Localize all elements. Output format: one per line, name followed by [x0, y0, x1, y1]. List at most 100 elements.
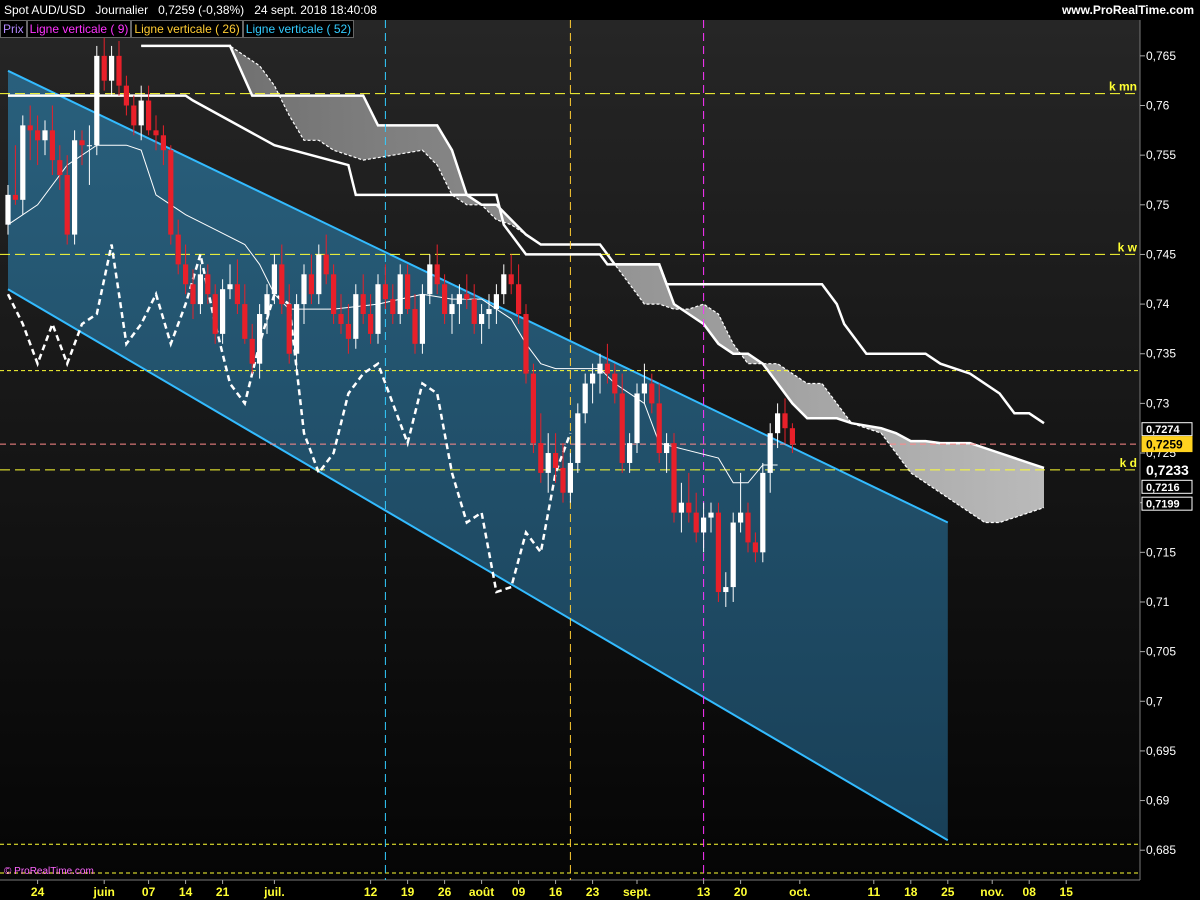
- candle-body: [649, 383, 655, 404]
- candle-body: [360, 294, 366, 315]
- legend-vline-52[interactable]: Ligne verticale ( 52): [242, 20, 355, 38]
- y-tick-label: 0,73: [1146, 396, 1170, 410]
- candle-body: [493, 294, 499, 310]
- candle-body: [412, 309, 418, 344]
- candle-body: [131, 105, 137, 126]
- candle-body: [49, 130, 55, 161]
- y-tick-label: 0,685: [1146, 843, 1176, 857]
- legend-vline-26[interactable]: Ligne verticale ( 26): [131, 20, 243, 38]
- candle-body: [205, 274, 211, 295]
- candle-body: [382, 284, 388, 300]
- x-tick-label: 14: [179, 885, 193, 899]
- candle-body: [545, 453, 551, 473]
- candle-body: [590, 373, 596, 384]
- candle-body: [175, 234, 181, 265]
- candle-body: [775, 413, 781, 434]
- candle-body: [738, 512, 744, 523]
- candle-body: [153, 130, 159, 136]
- candle-body: [427, 264, 433, 295]
- candle-body: [279, 264, 285, 305]
- period: Journalier: [95, 3, 149, 17]
- candle-body: [257, 314, 263, 364]
- candle-body: [20, 125, 26, 200]
- candle-body: [553, 453, 559, 468]
- candle-body: [27, 125, 33, 131]
- price-label-text: 0,7274: [1146, 424, 1181, 436]
- candle-body: [183, 264, 189, 285]
- x-tick-label: 16: [549, 885, 563, 899]
- candle-body: [789, 428, 795, 445]
- y-tick-label: 0,735: [1146, 347, 1176, 361]
- y-tick-label: 0,745: [1146, 247, 1176, 261]
- candle-body: [249, 338, 255, 364]
- candle-body: [745, 512, 751, 543]
- candle-body: [419, 294, 425, 344]
- candle-body: [197, 274, 203, 305]
- candle-body: [168, 150, 174, 235]
- y-tick-label: 0,7: [1146, 694, 1163, 708]
- candle-body: [538, 443, 544, 473]
- candle-body: [190, 284, 196, 305]
- x-tick-label: 21: [216, 885, 230, 899]
- x-tick-label: 09: [512, 885, 526, 899]
- y-tick-label: 0,695: [1146, 744, 1176, 758]
- candle-body: [767, 433, 773, 473]
- candle-body: [271, 264, 277, 295]
- candle-body: [5, 194, 11, 225]
- x-tick-label: 11: [867, 885, 880, 899]
- y-tick-label: 0,755: [1146, 148, 1176, 162]
- candle-body: [146, 100, 152, 131]
- candle-body: [116, 55, 122, 86]
- candle-body: [301, 274, 307, 305]
- candle-body: [338, 314, 344, 324]
- candle-body: [730, 522, 736, 588]
- y-tick-label: 0,74: [1146, 297, 1170, 311]
- y-tick-label: 0,69: [1146, 794, 1170, 808]
- candle-body: [560, 467, 566, 493]
- quote: 0,7259 (-0,38%): [158, 3, 245, 17]
- x-tick-label: 18: [904, 885, 918, 899]
- x-tick-label: juil.: [263, 885, 285, 899]
- x-tick-label: nov.: [980, 885, 1004, 899]
- candle-body: [567, 462, 573, 493]
- candle-body: [138, 100, 144, 126]
- candle-body: [94, 55, 100, 146]
- chart-canvas: k mn k w k d 0,765 0,76 0,755 0,75 0,745 0,74 0,…: [0, 20, 1200, 900]
- candle-body: [64, 175, 70, 235]
- candle-body: [212, 294, 218, 334]
- candle-body: [220, 289, 226, 334]
- candle-body: [641, 383, 647, 394]
- candle-body: [12, 194, 18, 200]
- candle-body: [57, 160, 63, 176]
- candle-body: [123, 85, 129, 106]
- candle-body: [715, 512, 721, 593]
- candle-body: [264, 294, 270, 315]
- candle-body: [331, 274, 337, 315]
- candle-body: [612, 373, 618, 394]
- title-left: Spot AUD/USD Journalier 0,7259 (-0,38%) …: [4, 0, 377, 20]
- level-label: k mn: [1109, 80, 1137, 94]
- candle-body: [368, 314, 374, 334]
- legend-vline-9[interactable]: Ligne verticale ( 9): [26, 20, 132, 38]
- x-tick-label: juin: [93, 885, 115, 899]
- site-link[interactable]: www.ProRealTime.com: [1062, 0, 1194, 20]
- price-label-text: 0,7259: [1146, 437, 1183, 451]
- candle-body: [782, 413, 788, 429]
- candle-body: [486, 309, 492, 315]
- candle-body: [523, 314, 529, 374]
- legend-prix[interactable]: Prix: [0, 20, 27, 38]
- candle-body: [634, 393, 640, 444]
- candle-body: [456, 294, 462, 305]
- x-tick-label: 12: [364, 885, 378, 899]
- candle-body: [671, 443, 677, 513]
- candle-body: [449, 304, 455, 315]
- candle-body: [619, 393, 625, 463]
- candle-body: [597, 363, 603, 374]
- price-label-text: 0,7216: [1146, 482, 1180, 494]
- candle-body: [442, 284, 448, 315]
- candle-body: [294, 304, 300, 354]
- candle-body: [227, 284, 233, 290]
- x-tick-label: 25: [941, 885, 955, 899]
- candle-body: [693, 512, 699, 533]
- candle-body: [516, 284, 522, 315]
